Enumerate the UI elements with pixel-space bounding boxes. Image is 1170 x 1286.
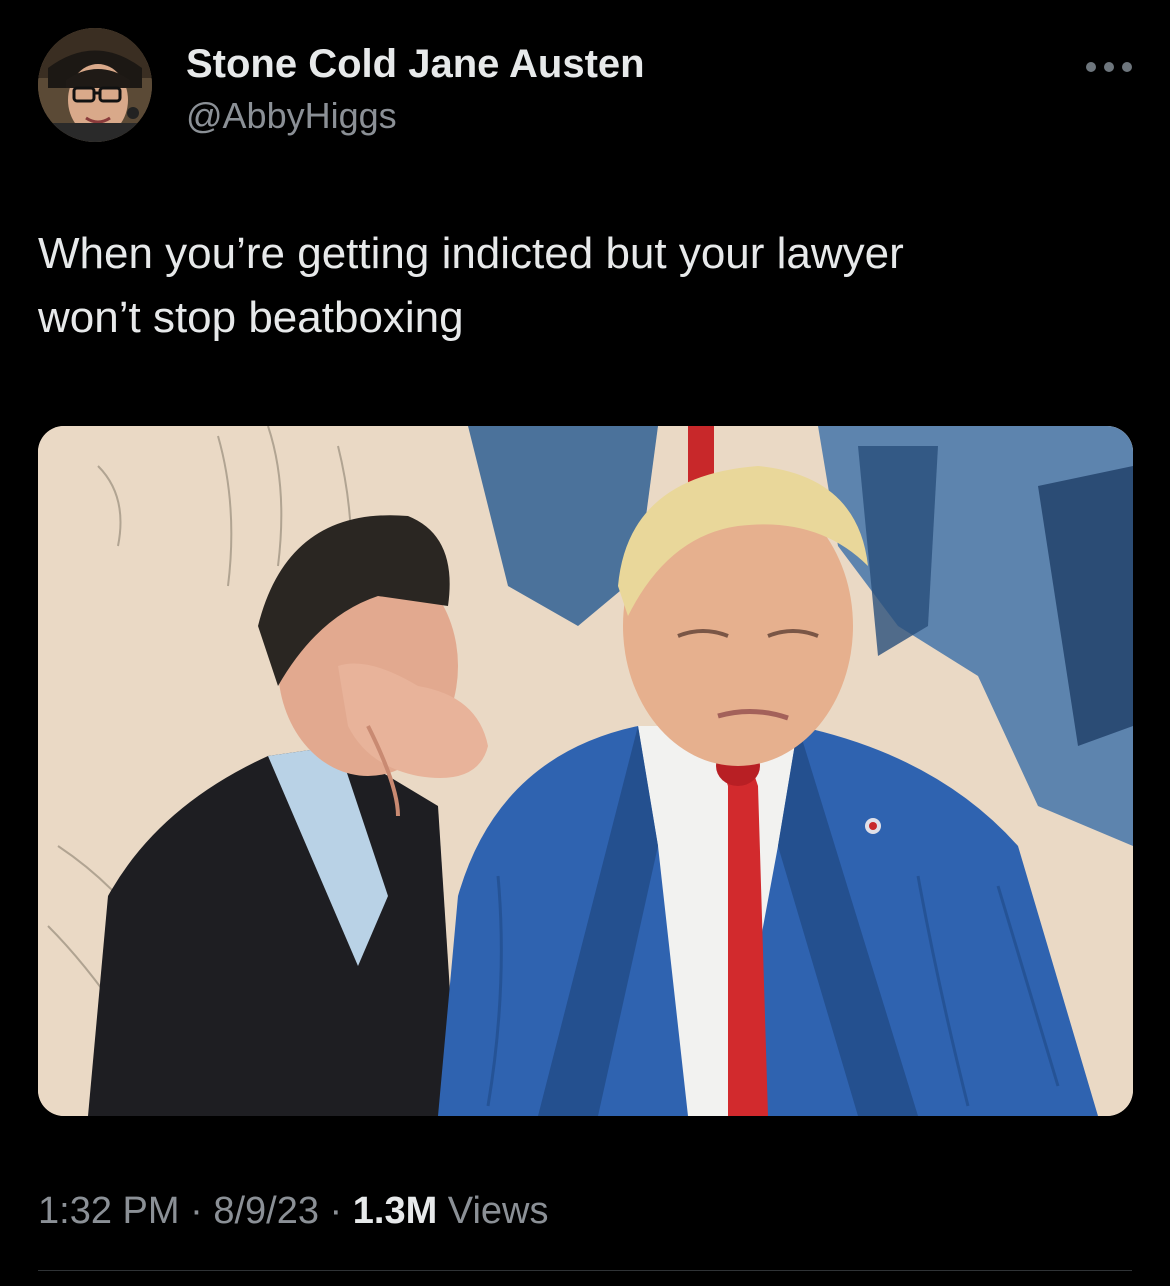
avatar[interactable] [38, 28, 152, 142]
tweet-time[interactable]: 1:32 PM [38, 1190, 180, 1232]
views-label[interactable]: Views [437, 1190, 549, 1232]
tweet-meta: 1:32 PM · 8/9/23 · 1.3M Views [38, 1190, 548, 1233]
author-display-name[interactable]: Stone Cold Jane Austen [186, 42, 645, 87]
more-options-button[interactable] [1080, 52, 1138, 82]
meta-separator: · [179, 1190, 214, 1232]
profile-photo-icon [38, 28, 152, 142]
author-handle[interactable]: @AbbyHiggs [186, 95, 397, 137]
views-count[interactable]: 1.3M [353, 1190, 437, 1232]
courtroom-sketch-image [38, 426, 1133, 1116]
tweet-text: When you’re getting indicted but your la… [38, 229, 904, 342]
more-dots-icon [1086, 62, 1132, 72]
tweet-date[interactable]: 8/9/23 [213, 1190, 319, 1232]
tweet-media-image[interactable] [38, 426, 1133, 1116]
divider [38, 1270, 1132, 1271]
meta-separator: · [318, 1190, 353, 1232]
tweet-card: Stone Cold Jane Austen @AbbyHiggs When y… [0, 0, 1170, 1286]
